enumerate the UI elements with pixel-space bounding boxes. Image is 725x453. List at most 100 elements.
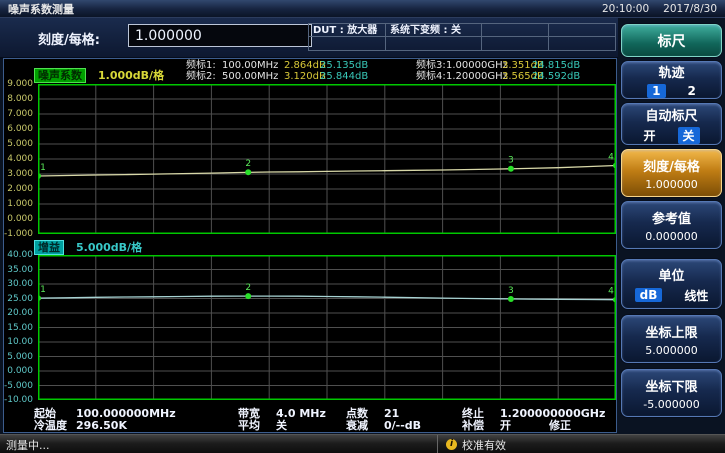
status-bar: 测量中... i 校准有效 <box>0 434 725 453</box>
marker3-gain-value: 24.815dB <box>532 60 580 71</box>
upper-limit-button[interactable]: 坐标上限 5.000000 <box>621 315 722 363</box>
marker2-freq: 500.00MHz <box>222 71 278 82</box>
marker1-freq: 100.00MHz <box>222 60 278 71</box>
marker2-label: 频标2: <box>186 71 216 82</box>
reference-value: 0.000000 <box>645 230 698 243</box>
scale-button-value: 1.000000 <box>645 178 698 191</box>
calibration-status-text: 校准有效 <box>462 437 506 453</box>
y-tick-label: 30.00 <box>7 279 33 289</box>
marker1-label: 频标1: <box>186 60 216 71</box>
y-tick-label: 9.000 <box>7 79 33 89</box>
scale-per-div-input[interactable] <box>128 24 312 47</box>
y-tick-label: 20.00 <box>7 308 33 318</box>
trace-select-button[interactable]: 轨迹 1 2 <box>621 61 722 99</box>
dut-cell: DUT : 放大器 <box>308 23 386 37</box>
y-tick-label: -10.00 <box>4 395 33 405</box>
lower-limit-value: -5.000000 <box>643 398 699 411</box>
y-tick-label: 15.00 <box>7 323 33 333</box>
noise-figure-legend: 噪声系数 1.000dB/格 <box>34 68 164 82</box>
gain-chart: 40.0035.0030.0025.0020.0015.0010.005.000… <box>38 255 616 400</box>
marker4-gain-value: 24.592dB <box>532 71 580 82</box>
noise-figure-scale-text: 1.000dB/格 <box>98 69 164 82</box>
average-label: 平均 <box>238 420 260 432</box>
attenuation-value: 0/--dB <box>384 420 421 432</box>
empty-cell <box>386 37 482 51</box>
clock: 20:10:00 2017/8/30 <box>602 3 717 15</box>
cold-temp-value: 296.50K <box>76 420 127 432</box>
y-tick-label: -1.000 <box>4 229 33 239</box>
reference-label: 参考值 <box>652 208 691 227</box>
dut-info-table: DUT : 放大器 系统下变频 : 关 <box>308 23 616 51</box>
y-tick-label: 10.00 <box>7 337 33 347</box>
empty-cell <box>549 23 616 37</box>
svg-text:4: 4 <box>608 153 614 163</box>
y-tick-label: 25.00 <box>7 294 33 304</box>
noise-figure-y-axis: 9.0008.0007.0006.0005.0004.0003.0002.000… <box>5 84 35 234</box>
average-value: 关 <box>276 420 287 432</box>
y-tick-label: 7.000 <box>7 109 33 119</box>
time-text: 20:10:00 <box>602 3 649 15</box>
sys-downconv-cell: 系统下变频 : 关 <box>386 23 482 37</box>
correction-label: 修正 <box>549 420 571 432</box>
gain-scale-text: 5.000dB/格 <box>76 241 142 254</box>
gain-y-axis: 40.0035.0030.0025.0020.0015.0010.005.000… <box>5 255 35 400</box>
lower-limit-label: 坐标下限 <box>645 376 697 395</box>
y-tick-label: 8.000 <box>7 94 33 104</box>
cold-temp-label: 冷温度 <box>34 420 67 432</box>
marker3-label: 频标3: <box>416 60 446 71</box>
measurement-display-panel: 频标1: 100.00MHz 2.864dB 25.135dB 频标3: 1.0… <box>3 58 617 433</box>
calibration-status-segment: i 校准有效 <box>437 435 725 453</box>
unit-db-option[interactable]: dB <box>635 288 663 302</box>
svg-text:3: 3 <box>508 156 514 166</box>
unit-toggle-button[interactable]: 单位 dB 线性 <box>621 259 722 309</box>
svg-text:1: 1 <box>40 163 46 173</box>
autoscale-toggle-button[interactable]: 自动标尺 开 关 <box>621 103 722 145</box>
unit-label: 单位 <box>658 265 684 284</box>
y-tick-label: 0.000 <box>7 214 33 224</box>
svg-text:4: 4 <box>608 287 614 297</box>
gain-legend: 增益 5.000dB/格 <box>34 240 142 254</box>
y-tick-label: 40.00 <box>7 250 33 260</box>
info-icon: i <box>446 439 457 450</box>
scale-button-label: 刻度/每格 <box>643 156 700 175</box>
marker4-label: 频标4: <box>416 71 446 82</box>
autoscale-on-option[interactable]: 开 <box>643 127 655 144</box>
empty-cell <box>482 23 549 37</box>
y-tick-label: 5.000 <box>7 139 33 149</box>
scale-per-div-label: 刻度/每格: <box>38 29 100 48</box>
trace-option-1[interactable]: 1 <box>647 84 665 98</box>
measuring-status: 测量中... <box>0 437 437 453</box>
noise-figure-chart: 9.0008.0007.0006.0005.0004.0003.0002.000… <box>38 84 616 234</box>
upper-limit-label: 坐标上限 <box>645 322 697 341</box>
marker1-gain-value: 25.135dB <box>320 60 368 71</box>
unit-linear-option[interactable]: 线性 <box>684 287 708 304</box>
marker4-freq: 1.20000GHz <box>446 71 508 82</box>
svg-text:1: 1 <box>40 285 46 295</box>
reference-value-button[interactable]: 参考值 0.000000 <box>621 201 722 249</box>
svg-text:2: 2 <box>245 159 251 169</box>
marker2-gain-value: 25.844dB <box>320 71 368 82</box>
lower-limit-button[interactable]: 坐标下限 -5.000000 <box>621 369 722 417</box>
window-title: 噪声系数测量 <box>8 1 74 17</box>
ruler-menu-button[interactable]: 标尺 <box>621 24 722 57</box>
y-tick-label: 1.000 <box>7 199 33 209</box>
trace-option-2[interactable]: 2 <box>688 84 696 98</box>
scale-per-div-button[interactable]: 刻度/每格 1.000000 <box>621 149 722 197</box>
title-bar: 噪声系数测量 20:10:00 2017/8/30 <box>0 0 725 18</box>
empty-cell <box>482 37 549 51</box>
y-tick-label: -5.000 <box>4 381 33 391</box>
compensation-value: 开 <box>500 420 511 432</box>
y-tick-label: 3.000 <box>7 169 33 179</box>
gain-trace-tag: 增益 <box>34 240 64 255</box>
noise-figure-trace-tag: 噪声系数 <box>34 68 86 83</box>
empty-cell <box>549 37 616 51</box>
gain-plot-area: 1234 <box>38 255 616 400</box>
marker3-freq: 1.00000GHz <box>446 60 508 71</box>
upper-limit-value: 5.000000 <box>645 344 698 357</box>
autoscale-off-option[interactable]: 关 <box>678 127 700 144</box>
noise-figure-plot-area: 1 2 3 4 <box>38 84 616 234</box>
date-text: 2017/8/30 <box>663 3 717 15</box>
svg-text:2: 2 <box>245 283 251 293</box>
y-tick-label: 6.000 <box>7 124 33 134</box>
header-band: 刻度/每格: DUT : 放大器 系统下变频 : 关 <box>0 18 618 59</box>
